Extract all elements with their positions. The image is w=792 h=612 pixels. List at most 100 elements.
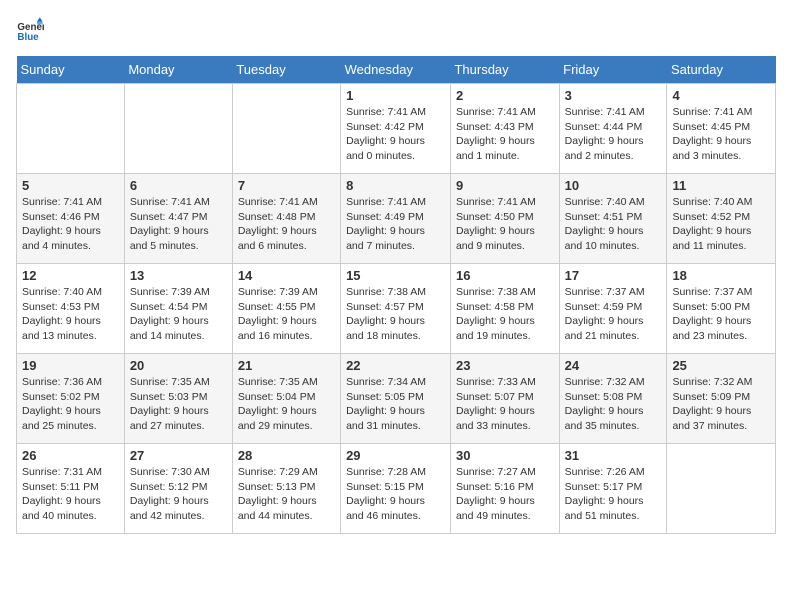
- calendar-cell: 5Sunrise: 7:41 AMSunset: 4:46 PMDaylight…: [17, 174, 125, 264]
- day-info: Sunrise: 7:41 AMSunset: 4:48 PMDaylight:…: [238, 195, 335, 254]
- calendar-cell: 8 Sunrise: 7:41 AMSunset: 4:49 PMDaylight…: [341, 174, 451, 264]
- calendar-cell: 6Sunrise: 7:41 AMSunset: 4:47 PMDaylight…: [124, 174, 232, 264]
- calendar-cell: 21Sunrise: 7:35 AMSunset: 5:04 PMDayligh…: [232, 354, 340, 444]
- calendar-cell: 9 Sunrise: 7:41 AMSunset: 4:50 PMDaylight…: [450, 174, 559, 264]
- week-row-5: 26Sunrise: 7:31 AMSunset: 5:11 PMDayligh…: [17, 444, 776, 534]
- day-number: 25: [672, 358, 770, 373]
- day-header-thursday: Thursday: [450, 56, 559, 84]
- day-info: Sunrise: 7:27 AMSunset: 5:16 PMDaylight:…: [456, 465, 554, 524]
- calendar-cell: 24 Sunrise: 7:32 AMSunset: 5:08 PMDayligh…: [559, 354, 667, 444]
- day-info: Sunrise: 7:32 AMSunset: 5:08 PMDaylight:…: [565, 375, 662, 434]
- day-number: 28: [238, 448, 335, 463]
- calendar-cell: 28 Sunrise: 7:29 AMSunset: 5:13 PMDayligh…: [232, 444, 340, 534]
- day-number: 22: [346, 358, 445, 373]
- day-info: Sunrise: 7:41 AMSunset: 4:43 PMDaylight:…: [456, 105, 554, 164]
- day-header-friday: Friday: [559, 56, 667, 84]
- day-info: Sunrise: 7:35 AMSunset: 5:03 PMDaylight:…: [130, 375, 227, 434]
- calendar-cell: 3 Sunrise: 7:41 AMSunset: 4:44 PMDaylight…: [559, 84, 667, 174]
- day-number: 8: [346, 178, 445, 193]
- day-info: Sunrise: 7:37 AMSunset: 4:59 PMDaylight:…: [565, 285, 662, 344]
- day-number: 16: [456, 268, 554, 283]
- day-number: 24: [565, 358, 662, 373]
- day-info: Sunrise: 7:41 AMSunset: 4:50 PMDaylight:…: [456, 195, 554, 254]
- day-number: 10: [565, 178, 662, 193]
- calendar-cell: 13 Sunrise: 7:39 AMSunset: 4:54 PMDayligh…: [124, 264, 232, 354]
- week-row-4: 19 Sunrise: 7:36 AMSunset: 5:02 PMDayligh…: [17, 354, 776, 444]
- day-number: 5: [22, 178, 119, 193]
- day-info: Sunrise: 7:41 AMSunset: 4:45 PMDaylight:…: [672, 105, 770, 164]
- calendar-cell: 29 Sunrise: 7:28 AMSunset: 5:15 PMDayligh…: [341, 444, 451, 534]
- day-number: 1: [346, 88, 445, 103]
- calendar-cell: 10 Sunrise: 7:40 AMSunset: 4:51 PMDayligh…: [559, 174, 667, 264]
- day-number: 2: [456, 88, 554, 103]
- calendar-cell: 2 Sunrise: 7:41 AMSunset: 4:43 PMDaylight…: [450, 84, 559, 174]
- day-info: Sunrise: 7:41 AMSunset: 4:42 PMDaylight:…: [346, 105, 445, 164]
- calendar-cell: 27 Sunrise: 7:30 AMSunset: 5:12 PMDayligh…: [124, 444, 232, 534]
- day-info: Sunrise: 7:34 AMSunset: 5:05 PMDaylight:…: [346, 375, 445, 434]
- calendar-cell: 15Sunrise: 7:38 AMSunset: 4:57 PMDayligh…: [341, 264, 451, 354]
- day-header-wednesday: Wednesday: [341, 56, 451, 84]
- day-info: Sunrise: 7:41 AMSunset: 4:49 PMDaylight:…: [346, 195, 445, 254]
- day-number: 27: [130, 448, 227, 463]
- day-info: Sunrise: 7:26 AMSunset: 5:17 PMDaylight:…: [565, 465, 662, 524]
- calendar-header: SundayMondayTuesdayWednesdayThursdayFrid…: [17, 56, 776, 84]
- logo: General Blue: [16, 16, 48, 44]
- day-number: 4: [672, 88, 770, 103]
- day-info: Sunrise: 7:40 AMSunset: 4:53 PMDaylight:…: [22, 285, 119, 344]
- day-info: Sunrise: 7:39 AMSunset: 4:54 PMDaylight:…: [130, 285, 227, 344]
- calendar-cell: 18Sunrise: 7:37 AMSunset: 5:00 PMDayligh…: [667, 264, 776, 354]
- calendar-cell: 19 Sunrise: 7:36 AMSunset: 5:02 PMDayligh…: [17, 354, 125, 444]
- day-info: Sunrise: 7:29 AMSunset: 5:13 PMDaylight:…: [238, 465, 335, 524]
- day-header-sunday: Sunday: [17, 56, 125, 84]
- calendar-cell: 30 Sunrise: 7:27 AMSunset: 5:16 PMDayligh…: [450, 444, 559, 534]
- day-number: 12: [22, 268, 119, 283]
- day-info: Sunrise: 7:35 AMSunset: 5:04 PMDaylight:…: [238, 375, 335, 434]
- calendar-cell: 31 Sunrise: 7:26 AMSunset: 5:17 PMDayligh…: [559, 444, 667, 534]
- day-number: 13: [130, 268, 227, 283]
- day-number: 14: [238, 268, 335, 283]
- calendar-cell: 22 Sunrise: 7:34 AMSunset: 5:05 PMDayligh…: [341, 354, 451, 444]
- calendar-cell: 16 Sunrise: 7:38 AMSunset: 4:58 PMDayligh…: [450, 264, 559, 354]
- day-number: 26: [22, 448, 119, 463]
- calendar-cell: 14 Sunrise: 7:39 AMSunset: 4:55 PMDayligh…: [232, 264, 340, 354]
- week-row-2: 5Sunrise: 7:41 AMSunset: 4:46 PMDaylight…: [17, 174, 776, 264]
- calendar-cell: [667, 444, 776, 534]
- day-number: 6: [130, 178, 227, 193]
- day-number: 15: [346, 268, 445, 283]
- day-info: Sunrise: 7:40 AMSunset: 4:52 PMDaylight:…: [672, 195, 770, 254]
- day-number: 31: [565, 448, 662, 463]
- day-header-saturday: Saturday: [667, 56, 776, 84]
- day-number: 9: [456, 178, 554, 193]
- calendar-cell: 20 Sunrise: 7:35 AMSunset: 5:03 PMDayligh…: [124, 354, 232, 444]
- day-info: Sunrise: 7:36 AMSunset: 5:02 PMDaylight:…: [22, 375, 119, 434]
- day-number: 7: [238, 178, 335, 193]
- calendar-cell: 26Sunrise: 7:31 AMSunset: 5:11 PMDayligh…: [17, 444, 125, 534]
- day-header-monday: Monday: [124, 56, 232, 84]
- day-info: Sunrise: 7:30 AMSunset: 5:12 PMDaylight:…: [130, 465, 227, 524]
- svg-text:Blue: Blue: [17, 32, 39, 43]
- day-number: 17: [565, 268, 662, 283]
- day-info: Sunrise: 7:40 AMSunset: 4:51 PMDaylight:…: [565, 195, 662, 254]
- calendar-cell: 25Sunrise: 7:32 AMSunset: 5:09 PMDayligh…: [667, 354, 776, 444]
- calendar-cell: [17, 84, 125, 174]
- day-number: 19: [22, 358, 119, 373]
- day-number: 29: [346, 448, 445, 463]
- day-number: 20: [130, 358, 227, 373]
- day-info: Sunrise: 7:28 AMSunset: 5:15 PMDaylight:…: [346, 465, 445, 524]
- day-info: Sunrise: 7:39 AMSunset: 4:55 PMDaylight:…: [238, 285, 335, 344]
- day-number: 30: [456, 448, 554, 463]
- calendar-cell: 11Sunrise: 7:40 AMSunset: 4:52 PMDayligh…: [667, 174, 776, 264]
- calendar-body: 1 Sunrise: 7:41 AMSunset: 4:42 PMDaylight…: [17, 84, 776, 534]
- day-info: Sunrise: 7:38 AMSunset: 4:58 PMDaylight:…: [456, 285, 554, 344]
- calendar-cell: [232, 84, 340, 174]
- day-info: Sunrise: 7:33 AMSunset: 5:07 PMDaylight:…: [456, 375, 554, 434]
- calendar-cell: 1 Sunrise: 7:41 AMSunset: 4:42 PMDaylight…: [341, 84, 451, 174]
- week-row-3: 12 Sunrise: 7:40 AMSunset: 4:53 PMDayligh…: [17, 264, 776, 354]
- day-number: 3: [565, 88, 662, 103]
- day-info: Sunrise: 7:41 AMSunset: 4:44 PMDaylight:…: [565, 105, 662, 164]
- calendar-cell: [124, 84, 232, 174]
- calendar-cell: 7 Sunrise: 7:41 AMSunset: 4:48 PMDaylight…: [232, 174, 340, 264]
- day-number: 18: [672, 268, 770, 283]
- calendar-cell: 23Sunrise: 7:33 AMSunset: 5:07 PMDayligh…: [450, 354, 559, 444]
- calendar-table: SundayMondayTuesdayWednesdayThursdayFrid…: [16, 56, 776, 534]
